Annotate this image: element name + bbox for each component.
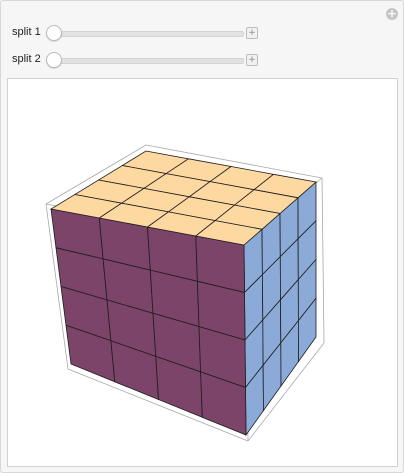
control-row-split-1: split 1 + bbox=[12, 24, 262, 42]
slider-track-split-2[interactable] bbox=[54, 58, 244, 64]
slider-track-split-1[interactable] bbox=[54, 31, 244, 37]
bounding-box-edge bbox=[321, 177, 325, 344]
slider-thumb-split-1[interactable] bbox=[46, 25, 62, 41]
control-row-split-2: split 2 + bbox=[12, 51, 262, 69]
control-label-split-1: split 1 bbox=[12, 26, 41, 38]
expand-plus-icon[interactable]: + bbox=[246, 54, 258, 66]
options-plus-icon[interactable]: + bbox=[386, 8, 398, 20]
cube-graphic[interactable] bbox=[8, 79, 397, 466]
graphics-3d-frame[interactable] bbox=[7, 78, 398, 467]
expand-plus-icon[interactable]: + bbox=[246, 27, 258, 39]
control-label-split-2: split 2 bbox=[12, 53, 41, 65]
slider-thumb-split-2[interactable] bbox=[46, 52, 62, 68]
